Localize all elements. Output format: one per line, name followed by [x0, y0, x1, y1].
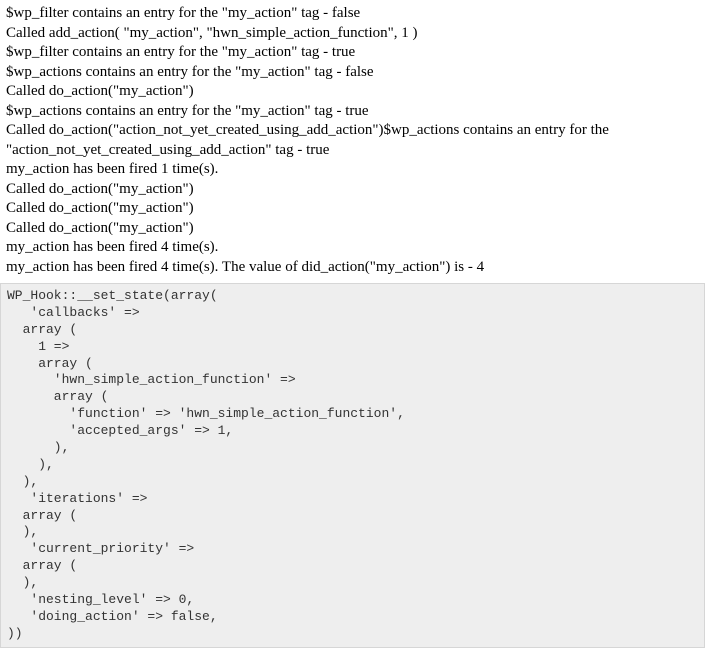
- code-dump: WP_Hook::__set_state(array( 'callbacks' …: [0, 283, 705, 648]
- output-log: $wp_filter contains an entry for the "my…: [0, 0, 705, 279]
- log-line: my_action has been fired 4 time(s).: [6, 238, 699, 258]
- log-line: my_action has been fired 1 time(s).: [6, 160, 699, 180]
- log-line: Called do_action("action_not_yet_created…: [6, 121, 699, 160]
- log-line: $wp_filter contains an entry for the "my…: [6, 4, 699, 24]
- log-line: my_action has been fired 4 time(s). The …: [6, 258, 699, 278]
- log-line: Called do_action("my_action"): [6, 199, 699, 219]
- log-line: Called add_action( "my_action", "hwn_sim…: [6, 24, 699, 44]
- log-line: $wp_actions contains an entry for the "m…: [6, 63, 699, 83]
- log-line: Called do_action("my_action"): [6, 180, 699, 200]
- log-line: Called do_action("my_action"): [6, 82, 699, 102]
- log-line: $wp_filter contains an entry for the "my…: [6, 43, 699, 63]
- log-line: Called do_action("my_action"): [6, 219, 699, 239]
- log-line: $wp_actions contains an entry for the "m…: [6, 102, 699, 122]
